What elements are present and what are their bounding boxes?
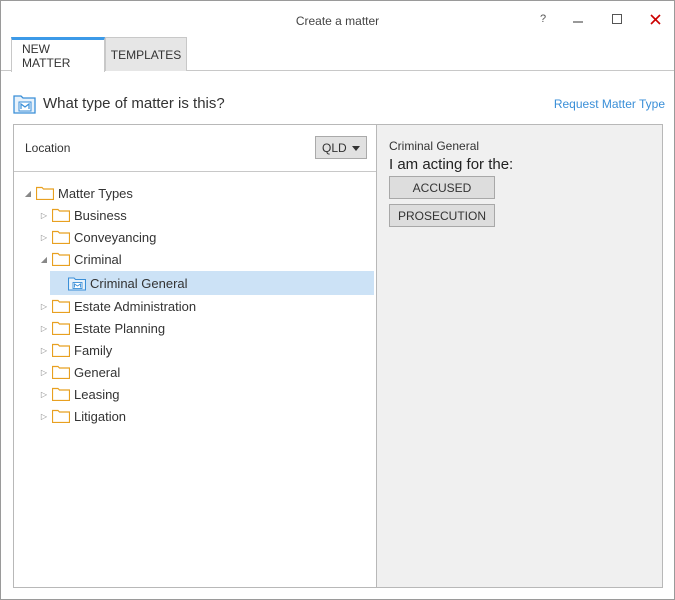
folder-icon	[52, 409, 70, 423]
folder-icon	[52, 343, 70, 357]
prosecution-button[interactable]: PROSECUTION	[389, 204, 495, 227]
acting-for-prompt: I am acting for the:	[389, 156, 514, 173]
tab-strip: NEW MATTER TEMPLATES	[11, 37, 187, 72]
folder-icon	[52, 299, 70, 313]
tab-new-matter[interactable]: NEW MATTER	[11, 37, 105, 72]
location-label: Location	[25, 141, 71, 155]
matter-icon	[13, 95, 36, 114]
tree-item-label: Business	[74, 207, 127, 223]
tree-item-label: Estate Administration	[74, 298, 197, 314]
tree-item-label: Estate Planning	[74, 320, 166, 336]
chevron-down-icon	[352, 146, 360, 151]
tree-item-label: General	[74, 364, 121, 380]
folder-icon	[52, 252, 70, 266]
tree-item-family[interactable]: ▷ Family	[38, 339, 112, 361]
title-bar: Create a matter ?	[1, 1, 674, 37]
tree-item-litigation[interactable]: ▷ Litigation	[38, 405, 126, 427]
matter-selection-panel: Location QLD ◢ Matter Types ▷ Business ▷…	[13, 124, 663, 588]
tree-item-label: Criminal General	[90, 275, 188, 291]
tree-item-matter-types[interactable]: ◢ Matter Types	[22, 182, 133, 204]
folder-icon	[52, 230, 70, 244]
close-button[interactable]	[640, 9, 670, 29]
matter-type-pane: Location QLD ◢ Matter Types ▷ Business ▷…	[14, 125, 377, 587]
question-row: What type of matter is this? Request Mat…	[13, 93, 665, 115]
folder-icon	[52, 365, 70, 379]
folder-icon	[52, 208, 70, 222]
tree-item-business[interactable]: ▷ Business	[38, 204, 127, 226]
expand-arrow-icon[interactable]: ▷	[38, 226, 50, 248]
tree-item-label: Matter Types	[58, 185, 133, 201]
expand-arrow-icon[interactable]: ▷	[38, 361, 50, 383]
tree-item-estate-administration[interactable]: ▷ Estate Administration	[38, 295, 196, 317]
tree-item-label: Litigation	[74, 408, 127, 424]
close-icon	[649, 13, 661, 25]
accused-button[interactable]: ACCUSED	[389, 176, 495, 199]
expand-arrow-icon[interactable]: ▷	[38, 383, 50, 405]
tree-item-label: Criminal	[74, 251, 122, 267]
location-select[interactable]: QLD	[315, 136, 367, 159]
create-matter-window: Create a matter ? NEW MATTER TEMPLATES W…	[0, 0, 675, 600]
tab-templates[interactable]: TEMPLATES	[105, 37, 187, 71]
help-button[interactable]: ?	[528, 9, 558, 29]
tree-item-label: Family	[74, 342, 113, 358]
tree-item-label: Leasing	[74, 386, 120, 402]
request-matter-type-link[interactable]: Request Matter Type	[554, 97, 665, 111]
tree-item-criminal[interactable]: ◢ Criminal	[38, 248, 122, 270]
location-row: Location QLD	[14, 125, 376, 172]
tree-item-conveyancing[interactable]: ▷ Conveyancing	[38, 226, 156, 248]
maximize-icon	[612, 14, 622, 24]
tree-item-estate-planning[interactable]: ▷ Estate Planning	[38, 317, 165, 339]
minimize-icon	[573, 21, 583, 23]
tree-item-general[interactable]: ▷ General	[38, 361, 120, 383]
collapse-arrow-icon[interactable]: ◢	[22, 182, 34, 204]
matter-icon	[68, 276, 86, 291]
selected-matter-title: Criminal General	[389, 139, 480, 153]
expand-arrow-icon[interactable]: ▷	[38, 339, 50, 361]
folder-icon	[52, 321, 70, 335]
expand-arrow-icon[interactable]: ▷	[38, 317, 50, 339]
maximize-button[interactable]	[602, 9, 632, 29]
folder-icon	[36, 186, 54, 200]
expand-arrow-icon[interactable]: ▷	[38, 295, 50, 317]
location-selected-value: QLD	[322, 140, 347, 155]
question-heading: What type of matter is this?	[43, 95, 225, 112]
expand-arrow-icon[interactable]: ▷	[38, 204, 50, 226]
tree-item-label: Conveyancing	[74, 229, 157, 245]
folder-icon	[52, 387, 70, 401]
minimize-button[interactable]	[563, 9, 593, 29]
expand-arrow-icon[interactable]: ▷	[38, 405, 50, 427]
tree-item-leasing[interactable]: ▷ Leasing	[38, 383, 120, 405]
collapse-arrow-icon[interactable]: ◢	[38, 248, 50, 270]
tree-item-criminal-general[interactable]: Criminal General	[50, 271, 374, 295]
matter-detail-pane: Criminal General I am acting for the: AC…	[378, 125, 662, 587]
